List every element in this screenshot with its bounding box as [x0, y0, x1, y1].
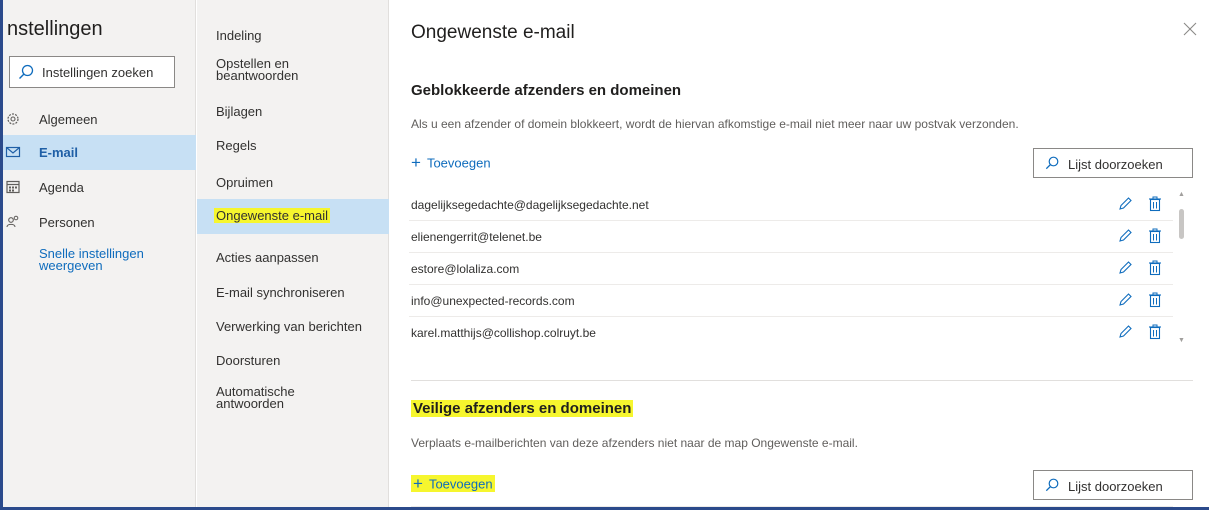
- list-item: estore@lolaliza.com: [409, 253, 1173, 285]
- nav-item-label: Verwerking van berichten: [216, 319, 362, 334]
- edit-pencil-icon[interactable]: [1117, 292, 1133, 308]
- nav-item-automatic-replies[interactable]: Automatische antwoorden: [197, 380, 389, 420]
- safe-senders-heading: Veilige afzenders en domeinen: [411, 400, 634, 417]
- sidebar-item-label: Algemeen: [39, 112, 98, 127]
- highlight-mark: + Toevoegen: [411, 474, 495, 493]
- nav-item-label: Ongewenste e-mail: [214, 208, 330, 223]
- add-button-label: Toevoegen: [426, 155, 491, 171]
- settings-title: nstellingen: [7, 18, 103, 40]
- edit-pencil-icon[interactable]: [1117, 324, 1133, 340]
- add-button-label: Toevoegen: [428, 476, 493, 492]
- blocked-address: info@unexpected-records.com: [411, 294, 575, 308]
- add-safe-sender-button[interactable]: + Toevoegen: [411, 474, 495, 494]
- nav-item-label: Automatische antwoorden: [216, 384, 295, 411]
- search-icon: [19, 64, 34, 79]
- list-item: karel.matthijs@collishop.colruyt.be: [409, 317, 1173, 349]
- sidebar-item-label: Personen: [39, 215, 95, 230]
- edit-pencil-icon[interactable]: [1117, 196, 1133, 212]
- nav-item-label: Acties aanpassen: [216, 250, 319, 265]
- plus-icon: +: [413, 474, 423, 493]
- safe-senders-description: Verplaats e-mailberichten van deze afzen…: [411, 436, 858, 450]
- delete-trash-icon[interactable]: [1148, 196, 1162, 212]
- calendar-icon: [6, 180, 20, 194]
- nav-item-rules[interactable]: Regels: [197, 132, 389, 162]
- nav-item-label: Opstellen en beantwoorden: [216, 56, 299, 83]
- highlight-mark: Ongewenste e-mail: [214, 208, 330, 223]
- nav-item-label: E-mail synchroniseren: [216, 285, 345, 300]
- sidebar-item-calendar[interactable]: Agenda: [3, 170, 196, 205]
- nav-item-customize-actions[interactable]: Acties aanpassen: [197, 244, 389, 274]
- settings-search-input[interactable]: Instellingen zoeken: [9, 56, 175, 88]
- nav-item-junk-email[interactable]: Ongewenste e-mail: [197, 199, 389, 234]
- nav-item-label: Regels: [216, 138, 257, 153]
- blocked-senders-heading: Geblokkeerde afzenders en domeinen: [411, 82, 682, 99]
- sidebar-item-email[interactable]: E-mail: [3, 135, 196, 170]
- settings-search-placeholder: Instellingen zoeken: [42, 65, 154, 80]
- nav-item-layout[interactable]: Indeling: [197, 20, 389, 50]
- list-search-label: Lijst doorzoeken: [1068, 479, 1163, 494]
- edit-pencil-icon[interactable]: [1117, 260, 1133, 276]
- add-blocked-sender-button[interactable]: + Toevoegen: [411, 153, 491, 173]
- scroll-up-arrow-icon[interactable]: ▲: [1178, 191, 1185, 198]
- search-icon: [1045, 478, 1059, 492]
- sidebar-item-label: Agenda: [39, 180, 84, 195]
- blocked-address: estore@lolaliza.com: [411, 262, 520, 276]
- sidebar-item-people[interactable]: Personen: [3, 205, 196, 240]
- settings-sidebar: nstellingen Instellingen zoeken Algemeen…: [3, 0, 196, 507]
- mail-icon: [5, 146, 21, 158]
- nav-item-label: Opruimen: [216, 175, 274, 190]
- nav-item-label: Indeling: [216, 28, 262, 43]
- safe-list-search-button[interactable]: Lijst doorzoeken: [1033, 470, 1193, 500]
- nav-item-forwarding[interactable]: Doorsturen: [197, 347, 389, 377]
- search-icon: [1045, 156, 1059, 170]
- section-divider: [411, 380, 1193, 381]
- nav-item-sync-email[interactable]: E-mail synchroniseren: [197, 279, 389, 309]
- nav-item-label: Doorsturen: [216, 353, 281, 368]
- delete-trash-icon[interactable]: [1148, 324, 1162, 340]
- delete-trash-icon[interactable]: [1148, 260, 1162, 276]
- list-search-label: Lijst doorzoeken: [1068, 157, 1163, 172]
- nav-item-sweep[interactable]: Opruimen: [197, 168, 389, 198]
- gear-icon: [7, 113, 19, 125]
- list-item: dagelijksegedachte@dagelijksegedachte.ne…: [409, 189, 1173, 221]
- scrollbar-thumb[interactable]: [1179, 209, 1184, 239]
- email-settings-nav: Indeling Opstellen en beantwoorden Bijla…: [197, 0, 389, 507]
- scroll-down-arrow-icon[interactable]: ▼: [1178, 337, 1185, 344]
- highlight-mark: Veilige afzenders en domeinen: [411, 400, 634, 417]
- quick-settings-link[interactable]: Snelle instellingen weergeven: [39, 247, 189, 272]
- delete-trash-icon[interactable]: [1148, 228, 1162, 244]
- blocked-senders-list: dagelijksegedachte@dagelijksegedachte.ne…: [409, 189, 1173, 349]
- nav-item-label: Bijlagen: [216, 104, 263, 119]
- nav-item-message-handling[interactable]: Verwerking van berichten: [197, 313, 389, 343]
- delete-trash-icon[interactable]: [1148, 292, 1162, 308]
- people-icon: [6, 215, 19, 228]
- sidebar-item-general[interactable]: Algemeen: [3, 102, 196, 137]
- blocked-address: karel.matthijs@collishop.colruyt.be: [411, 326, 596, 340]
- list-item: elienengerrit@telenet.be: [409, 221, 1173, 253]
- blocked-senders-description: Als u een afzender of domein blokkeert, …: [411, 117, 1019, 131]
- blocked-list-search-button[interactable]: Lijst doorzoeken: [1033, 148, 1193, 178]
- sidebar-item-label: E-mail: [39, 145, 79, 160]
- blocked-list-scrollbar[interactable]: ▲ ▼: [1177, 191, 1185, 346]
- blocked-address: dagelijksegedachte@dagelijksegedachte.ne…: [411, 198, 649, 212]
- blocked-address: elienengerrit@telenet.be: [411, 230, 542, 244]
- junk-email-panel: Ongewenste e-mail Geblokkeerde afzenders…: [390, 0, 1209, 507]
- plus-icon: +: [411, 153, 421, 172]
- nav-item-compose-reply[interactable]: Opstellen en beantwoorden: [197, 52, 389, 92]
- nav-item-attachments[interactable]: Bijlagen: [197, 98, 389, 128]
- close-icon[interactable]: [1183, 22, 1197, 36]
- edit-pencil-icon[interactable]: [1117, 228, 1133, 244]
- list-item: info@unexpected-records.com: [409, 285, 1173, 317]
- page-title: Ongewenste e-mail: [411, 22, 575, 43]
